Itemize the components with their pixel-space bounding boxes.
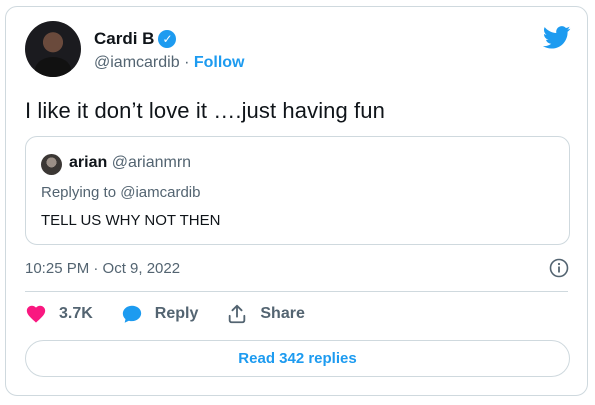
author-name[interactable]: Cardi B <box>94 29 154 49</box>
divider <box>25 291 568 292</box>
action-bar: 3.7K Reply Share <box>25 303 333 325</box>
tweet-timestamp[interactable]: 10:25 PM · Oct 9, 2022 <box>25 260 180 277</box>
author-handle[interactable]: @iamcardib <box>94 54 180 71</box>
share-label: Share <box>260 305 305 322</box>
tweet-text: I like it don’t love it ….just having fu… <box>25 98 385 123</box>
reply-label: Reply <box>154 305 199 322</box>
quoted-tweet-text: TELL US WHY NOT THEN <box>41 212 221 229</box>
twitter-bird-icon[interactable] <box>543 26 571 49</box>
author-name-row: Cardi B ✓ <box>94 29 177 49</box>
heart-icon <box>26 305 46 323</box>
share-icon <box>229 304 246 324</box>
reply-bubble-icon <box>122 305 141 323</box>
reply-button[interactable]: Reply <box>121 303 199 325</box>
quoted-author-name: arian <box>69 154 108 171</box>
verified-badge-icon: ✓ <box>158 30 177 48</box>
quoted-author-avatar[interactable] <box>41 154 62 175</box>
follow-button[interactable]: Follow <box>194 54 245 71</box>
read-replies-button[interactable]: Read 342 replies <box>25 340 570 377</box>
author-handle-row: @iamcardib · Follow <box>94 54 245 72</box>
quoted-tweet[interactable]: arian @arianmrn Replying to @iamcardib T… <box>25 136 570 245</box>
quoted-author-row: arian @arianmrn <box>69 154 191 172</box>
quoted-replying-to: Replying to @iamcardib <box>41 184 201 201</box>
info-icon[interactable] <box>549 258 569 278</box>
author-avatar[interactable] <box>25 21 81 77</box>
like-count: 3.7K <box>59 305 93 322</box>
tweet-embed-card: Cardi B ✓ @iamcardib · Follow I like it … <box>5 6 588 396</box>
share-button[interactable]: Share <box>226 303 305 325</box>
quoted-author-handle: @arianmrn <box>111 154 192 171</box>
like-button[interactable]: 3.7K <box>25 303 93 325</box>
handle-separator: · <box>184 54 190 71</box>
